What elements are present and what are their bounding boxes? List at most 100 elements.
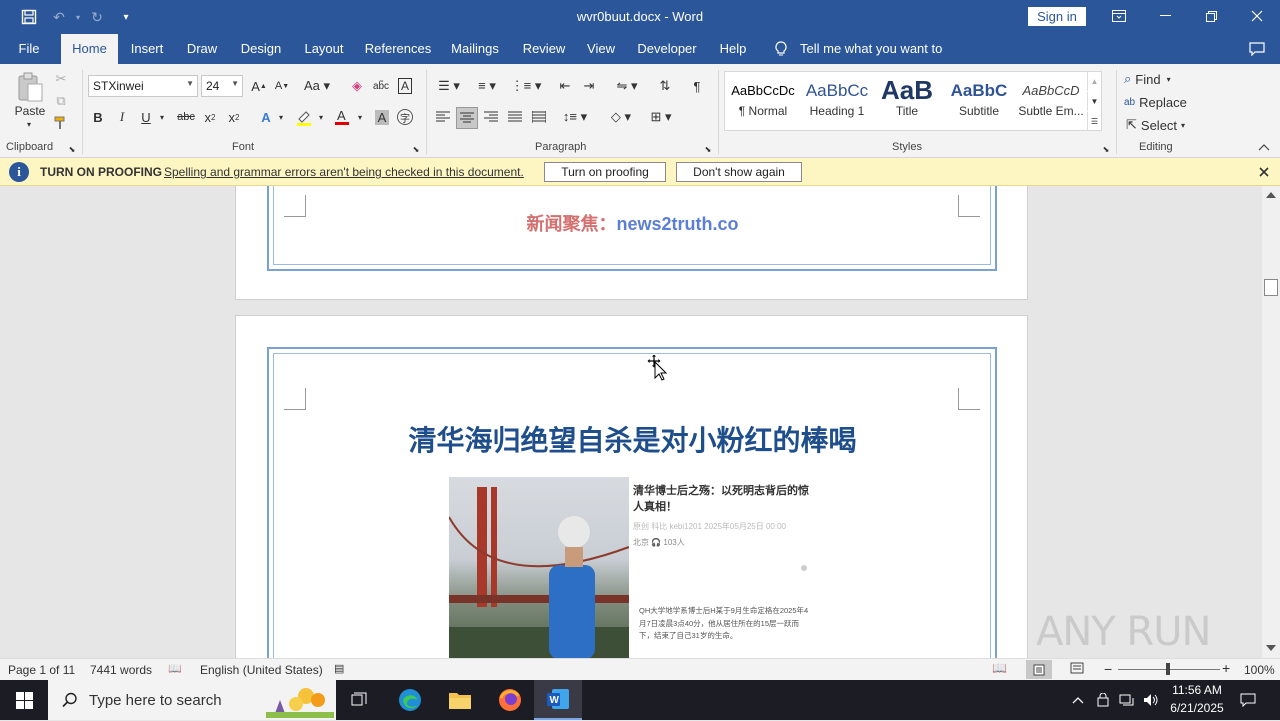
- bold-icon[interactable]: B: [88, 107, 108, 127]
- close-icon[interactable]: [1234, 0, 1280, 32]
- clock-date[interactable]: 6/21/2025: [1160, 701, 1234, 715]
- sort-icon[interactable]: ⇅: [654, 76, 676, 96]
- distributed-icon[interactable]: [528, 107, 550, 127]
- word-taskbar-icon[interactable]: W: [534, 680, 582, 720]
- show-hidden-icons-icon[interactable]: [1066, 680, 1090, 720]
- font-color-dropdown-icon[interactable]: ▾: [354, 107, 366, 127]
- underline-dropdown-icon[interactable]: ▾: [156, 107, 168, 127]
- copy-icon[interactable]: ⧉: [52, 92, 70, 110]
- clear-formatting-icon[interactable]: ◈: [346, 76, 368, 96]
- dont-show-again-button[interactable]: Don't show again: [676, 162, 802, 182]
- borders-icon[interactable]: ⊞ ▾: [644, 107, 678, 127]
- paragraph-launcher-icon[interactable]: ⬊: [702, 143, 714, 155]
- scroll-down-icon[interactable]: [1265, 642, 1277, 654]
- font-name-combo[interactable]: STXinwei ▼: [88, 75, 198, 97]
- line-spacing-icon[interactable]: ↕≡ ▾: [558, 107, 592, 127]
- style-subtitle[interactable]: AaBbC Subtitle: [943, 72, 1015, 130]
- zoom-in-icon[interactable]: +: [1222, 660, 1230, 676]
- increase-indent-icon[interactable]: ⇥: [578, 76, 600, 96]
- edge-icon[interactable]: [390, 680, 430, 720]
- message-text-link[interactable]: Spelling and grammar errors aren't being…: [164, 165, 524, 179]
- task-view-icon[interactable]: [342, 680, 378, 720]
- strikethrough-icon[interactable]: abc: [174, 107, 198, 127]
- find-button[interactable]: ⌕ Find ▾: [1124, 70, 1188, 88]
- select-button[interactable]: ⇱ Select ▾: [1126, 116, 1192, 134]
- ribbon-display-options-icon[interactable]: [1096, 0, 1142, 32]
- decrease-indent-icon[interactable]: ⇤: [554, 76, 576, 96]
- format-painter-icon[interactable]: [52, 114, 70, 132]
- style-heading-1[interactable]: AaBbCc Heading 1: [801, 72, 873, 130]
- tab-mailings[interactable]: Mailings: [446, 34, 504, 64]
- word-count[interactable]: 7441 words: [90, 663, 152, 677]
- highlight-icon[interactable]: [292, 107, 316, 127]
- language[interactable]: English (United States): [200, 663, 323, 677]
- tab-home[interactable]: Home: [61, 34, 118, 64]
- web-layout-icon[interactable]: [1070, 661, 1086, 677]
- tab-developer[interactable]: Developer: [632, 34, 702, 64]
- superscript-icon[interactable]: x2: [224, 107, 244, 127]
- style-normal[interactable]: AaBbCcDc ¶ Normal: [727, 72, 799, 130]
- styles-launcher-icon[interactable]: ⬊: [1100, 143, 1112, 155]
- tab-draw[interactable]: Draw: [180, 34, 224, 64]
- file-explorer-icon[interactable]: [440, 680, 480, 720]
- tab-insert[interactable]: Insert: [124, 34, 170, 64]
- collapse-ribbon-icon[interactable]: [1256, 140, 1272, 154]
- sign-in-button[interactable]: Sign in: [1028, 7, 1086, 26]
- styles-scroll-up-icon[interactable]: ▲: [1087, 72, 1101, 91]
- volume-icon[interactable]: [1140, 680, 1162, 720]
- taskbar-search-box[interactable]: Type here to search: [48, 680, 336, 720]
- italic-icon[interactable]: I: [112, 107, 132, 127]
- underline-icon[interactable]: U: [136, 107, 156, 127]
- highlight-dropdown-icon[interactable]: ▾: [315, 107, 327, 127]
- paste-dropdown-icon[interactable]: ▾: [22, 119, 36, 129]
- zoom-slider-thumb[interactable]: [1166, 663, 1170, 675]
- style-title[interactable]: AaB Title: [871, 72, 943, 130]
- align-right-icon[interactable]: [480, 107, 502, 127]
- show-marks-icon[interactable]: ¶: [686, 76, 708, 96]
- tab-references[interactable]: References: [360, 34, 436, 64]
- align-left-icon[interactable]: [432, 107, 454, 127]
- paste-icon[interactable]: [12, 70, 48, 104]
- font-launcher-icon[interactable]: ⬊: [410, 143, 422, 155]
- change-case-icon[interactable]: Aa ▾: [300, 76, 334, 96]
- character-border-icon[interactable]: A: [395, 76, 415, 96]
- grow-font-icon[interactable]: A ▲: [249, 76, 269, 96]
- clipboard-launcher-icon[interactable]: ⬊: [66, 143, 78, 155]
- document-canvas[interactable]: 新闻聚焦：news2truth.co 清华海归绝望自杀是对小粉红的棒喝 清华博士…: [0, 186, 1262, 658]
- shrink-font-icon[interactable]: A ▼: [272, 76, 292, 96]
- paste-label[interactable]: Paste: [10, 104, 50, 118]
- font-color-icon[interactable]: A: [330, 107, 354, 127]
- tab-layout[interactable]: Layout: [298, 34, 350, 64]
- justify-icon[interactable]: [504, 107, 526, 127]
- security-icon[interactable]: [1092, 680, 1114, 720]
- scroll-thumb[interactable]: [1264, 279, 1278, 296]
- comments-icon[interactable]: [1246, 34, 1268, 64]
- restore-icon[interactable]: [1188, 0, 1234, 32]
- cut-icon[interactable]: ✂: [52, 70, 70, 88]
- tab-file[interactable]: File: [8, 34, 50, 64]
- proofing-icon[interactable]: 📖: [168, 662, 182, 676]
- vertical-scrollbar[interactable]: [1262, 186, 1280, 658]
- tab-review[interactable]: Review: [516, 34, 572, 64]
- phonetic-guide-icon[interactable]: ab̃c: [370, 76, 392, 96]
- notifications-icon[interactable]: [1234, 680, 1262, 720]
- styles-scroll-down-icon[interactable]: ▼: [1087, 92, 1101, 111]
- text-effects-dropdown-icon[interactable]: ▾: [275, 107, 287, 127]
- article-screenshot-image[interactable]: 清华博士后之殇：以死明志背后的惊人真相！ 原创 科比 kebi1201 2025…: [449, 477, 813, 658]
- shading-icon[interactable]: ◇ ▾: [604, 107, 638, 127]
- network-icon[interactable]: [1116, 680, 1138, 720]
- align-center-icon[interactable]: [456, 107, 478, 129]
- numbering-icon[interactable]: ≡ ▾: [470, 76, 504, 96]
- minimize-icon[interactable]: [1142, 0, 1188, 32]
- replace-button[interactable]: ab Replace: [1124, 93, 1194, 111]
- turn-on-proofing-button[interactable]: Turn on proofing: [544, 162, 666, 182]
- zoom-level[interactable]: 100%: [1244, 663, 1275, 677]
- subscript-icon[interactable]: x2: [200, 107, 220, 127]
- style-subtle-emphasis[interactable]: AaBbCcD Subtle Em...: [1015, 72, 1087, 130]
- windows-start-icon[interactable]: [0, 680, 48, 720]
- styles-more-icon[interactable]: ☰: [1087, 112, 1101, 130]
- zoom-out-icon[interactable]: −: [1104, 661, 1112, 677]
- multilevel-list-icon[interactable]: ⋮≡ ▾: [508, 76, 544, 96]
- bullets-icon[interactable]: ☰ ▾: [432, 76, 466, 96]
- font-size-combo[interactable]: 24 ▼: [201, 75, 243, 97]
